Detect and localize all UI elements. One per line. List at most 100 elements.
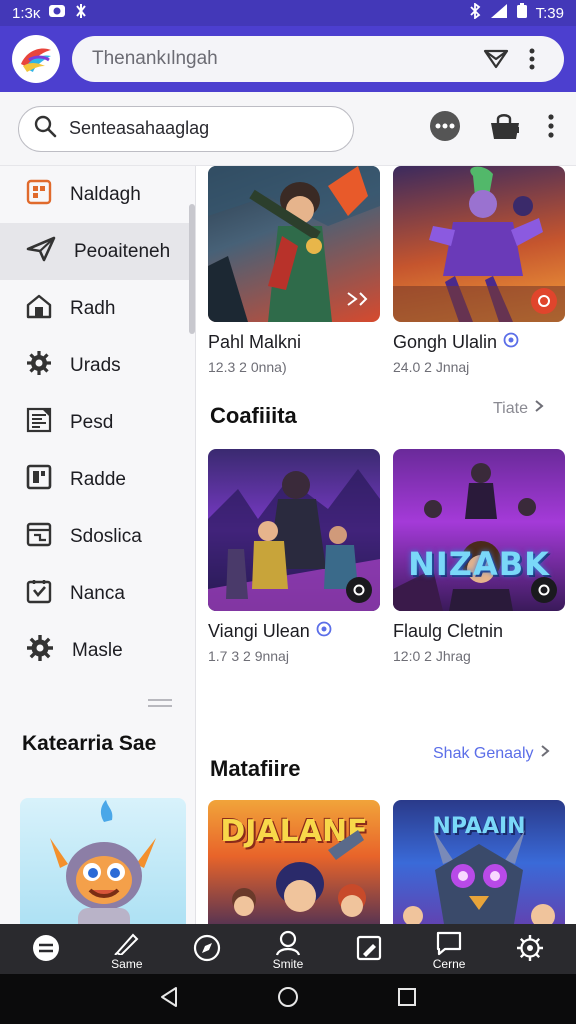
status-time: 1:3ĸ (12, 4, 41, 22)
sidebar-item-label: Urads (70, 354, 121, 376)
game-thumbnail[interactable] (208, 166, 380, 322)
game-card[interactable]: Viangi Ulean 1.7 3 2 9nnaj (208, 449, 380, 664)
share-icon[interactable] (478, 41, 514, 77)
card-meta: 12:0 2 Jhrag (393, 648, 471, 664)
section-see-more-link[interactable]: Tiate (493, 399, 544, 418)
section-title: Coafiiita (210, 403, 297, 428)
app-bar: Thenankılngah (0, 26, 576, 92)
recents-icon[interactable] (397, 987, 417, 1012)
search-icon (33, 114, 57, 143)
nav-compass[interactable] (177, 924, 237, 974)
notification-status-icon (74, 3, 88, 23)
compass-icon (192, 933, 222, 966)
camera-icon[interactable] (531, 577, 557, 603)
card-meta: 1.7 3 2 9nnaj (208, 648, 289, 664)
chat-icon (435, 930, 463, 959)
promo-mascot-image[interactable] (20, 798, 186, 924)
app-logo-icon[interactable] (12, 35, 60, 83)
overflow-menu-icon[interactable] (548, 114, 554, 143)
game-thumbnail[interactable]: DJALANF (208, 800, 380, 924)
bottom-navigation: Same Smite Cerne (0, 924, 576, 974)
card-title: Gongh Ulalin (393, 332, 565, 353)
sidebar-item-nanca[interactable]: Nanca (0, 565, 195, 622)
sidebar-item-peoaiteneh[interactable]: Peoaiteneh (0, 223, 195, 280)
status-time-right: T:39 (535, 4, 564, 22)
search-toolbar: Senteasahaaglag (0, 92, 576, 166)
bluetooth-icon (468, 2, 482, 23)
main-content: Pahl Malkni 12.3 2 0nna) Gongh Ulalin 24… (197, 166, 576, 924)
nav-settings[interactable] (500, 924, 560, 974)
sidebar-item-label: Radde (70, 468, 126, 490)
settings-icon (26, 634, 54, 668)
sidebar-item-label: Peoaiteneh (74, 240, 171, 262)
sidebar-section-title: Katearria Sae (22, 732, 157, 755)
sidebar-item-radh[interactable]: Radh (0, 280, 195, 337)
sidebar-item-radde[interactable]: Radde (0, 451, 195, 508)
card-title: Flaulg Cletnin (393, 621, 504, 641)
user-icon (274, 930, 302, 959)
app-screen: 1:3ĸ T:39 Thenankılngah Senteasahaaglag … (0, 0, 576, 1024)
drag-handle-icon[interactable] (148, 699, 172, 707)
square-icon (26, 464, 52, 496)
sidebar-item-pesd[interactable]: Pesd (0, 394, 195, 451)
edit-box-icon (355, 934, 383, 965)
more-vert-icon[interactable] (514, 41, 550, 77)
nav-smite[interactable]: Smite (258, 924, 318, 974)
section-see-more-link[interactable]: Shak Genaaly (433, 744, 550, 763)
search-input[interactable]: Senteasahaaglag (18, 105, 354, 152)
chat-bubble-icon[interactable] (428, 109, 462, 148)
verified-badge-icon (503, 332, 519, 353)
sidebar: Naldagh Peoaiteneh Radh Urads Pesd Radde… (0, 166, 196, 924)
camera-status-icon (48, 3, 66, 23)
game-card[interactable]: NPAAIN (393, 800, 565, 924)
game-thumbnail[interactable]: NIZABK (393, 449, 565, 611)
signal-icon (490, 3, 508, 23)
sidebar-item-label: Nanca (70, 582, 125, 604)
check-box-icon (26, 578, 52, 610)
nav-same[interactable]: Same (97, 924, 157, 974)
document-icon (26, 407, 52, 439)
battery-icon (516, 3, 528, 23)
calendar-icon (26, 521, 52, 553)
sidebar-item-label: Radh (70, 297, 116, 319)
record-icon[interactable] (531, 288, 557, 314)
home-button-icon[interactable] (277, 986, 299, 1013)
lock-bag-icon[interactable] (488, 111, 522, 146)
nav-cerne[interactable]: Cerne (419, 924, 479, 974)
game-card[interactable]: Gongh Ulalin 24.0 2 Jnnaj (393, 166, 565, 375)
game-thumbnail[interactable] (393, 166, 565, 322)
nav-menu[interactable] (16, 924, 76, 974)
pen-icon (113, 931, 141, 958)
back-icon[interactable] (159, 986, 179, 1013)
game-thumbnail[interactable] (208, 449, 380, 611)
sidebar-item-urads[interactable]: Urads (0, 337, 195, 394)
game-card[interactable]: DJALANF (208, 800, 380, 924)
sidebar-item-label: Naldagh (70, 183, 141, 205)
card-title: Viangi Ulean (208, 621, 380, 642)
card-meta: 12.3 2 0nna) (208, 359, 287, 375)
status-bar: 1:3ĸ T:39 (0, 0, 576, 26)
app-search-input[interactable]: Thenankılngah (72, 36, 564, 82)
camera-icon[interactable] (346, 577, 372, 603)
game-thumbnail[interactable]: NPAAIN (393, 800, 565, 924)
nav-edit[interactable] (339, 924, 399, 974)
system-navigation-bar (0, 974, 576, 1024)
sidebar-scrollbar[interactable] (189, 204, 195, 334)
external-link-icon[interactable] (344, 286, 370, 312)
chevron-right-icon (540, 744, 550, 763)
sidebar-item-label: Pesd (70, 411, 114, 433)
menu-icon (31, 933, 61, 966)
home-icon (26, 293, 52, 325)
sidebar-item-sdoslica[interactable]: Sdoslica (0, 508, 195, 565)
sidebar-item-naldagh[interactable]: Naldagh (0, 166, 195, 223)
gear-icon (26, 350, 52, 382)
game-card[interactable]: Pahl Malkni 12.3 2 0nna) (208, 166, 380, 375)
game-card[interactable]: NIZABK Flaulg Cletnin 12:0 2 Jhrag (393, 449, 565, 664)
chevron-right-icon (534, 399, 544, 418)
card-meta: 24.0 2 Jnnaj (393, 359, 470, 375)
search-placeholder: Senteasahaaglag (69, 118, 210, 138)
sidebar-item-masle[interactable]: Masle (0, 622, 195, 679)
verified-badge-icon (316, 621, 332, 642)
sidebar-item-label: Sdoslica (70, 525, 142, 547)
gear-icon (515, 933, 545, 966)
